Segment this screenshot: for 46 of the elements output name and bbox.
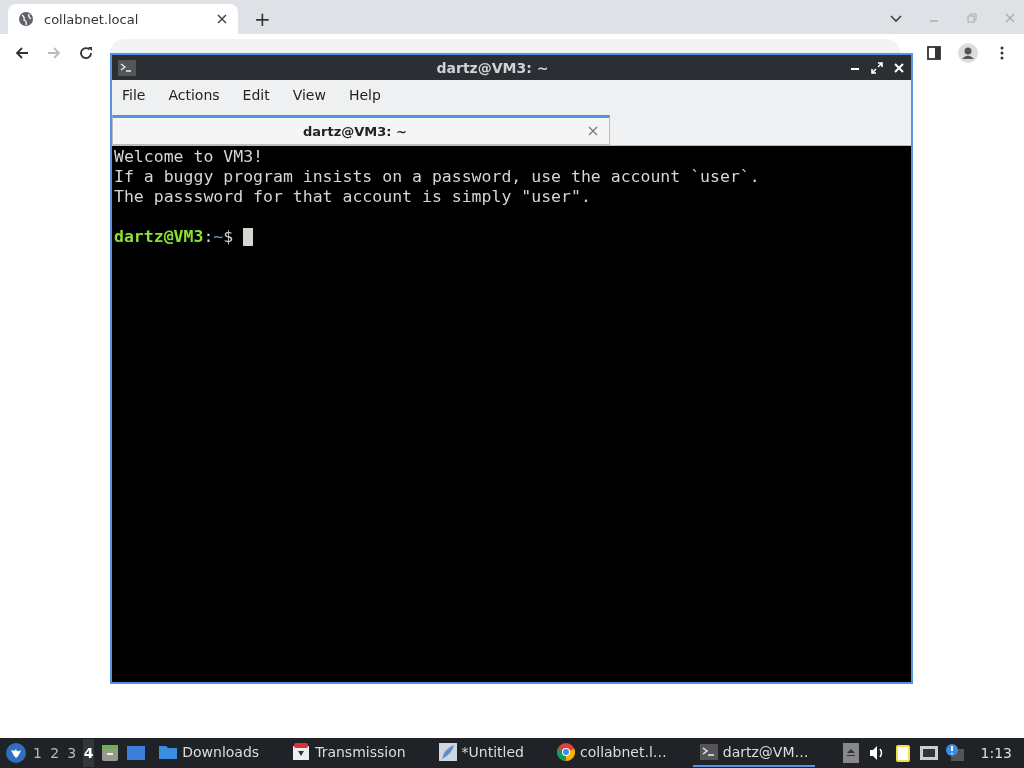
prompt-symbol: $	[223, 227, 234, 247]
profile-icon[interactable]	[958, 43, 978, 63]
text-cursor	[243, 228, 254, 246]
taskbar-task[interactable]: *Untitled	[431, 739, 530, 767]
eject-icon[interactable]	[840, 743, 861, 763]
reload-icon[interactable]	[78, 45, 94, 61]
output-line: If a buggy program insists on a password, use the account `user`.	[114, 167, 761, 187]
menu-item[interactable]: Edit	[242, 87, 270, 103]
taskbar-task[interactable]: Transmission	[285, 739, 412, 767]
prompt-path: ~	[213, 227, 224, 247]
prompt-user-host: dartz@VM3	[114, 227, 204, 247]
download-box-icon	[291, 742, 312, 762]
globe-icon	[18, 11, 34, 27]
browser-logo-icon	[556, 742, 576, 762]
browser-tab[interactable]: collabnet.local	[8, 4, 238, 34]
window-title: dartz@VM3: ~	[435, 59, 550, 76]
workspace-button[interactable]: 4	[83, 739, 95, 767]
workspace-button[interactable]: 1	[32, 739, 44, 767]
terminal-icon	[698, 742, 719, 762]
workspace-button[interactable]: 2	[49, 739, 61, 767]
taskbar-task[interactable]: Downloads	[152, 739, 266, 767]
taskbar-task[interactable]: collabnet.l…	[550, 739, 673, 767]
bird-logo-icon[interactable]	[6, 743, 26, 763]
window-icon[interactable]	[126, 743, 147, 763]
feather-icon	[437, 742, 458, 762]
output-line: Welcome to VM3!	[114, 147, 264, 167]
terminal-tab[interactable]: dartz@VM3: ~	[112, 115, 610, 145]
clock[interactable]: 1:13	[980, 745, 1012, 761]
back-arrow-icon[interactable]	[14, 45, 30, 61]
notification-icon[interactable]	[944, 743, 965, 763]
prompt-separator: :	[203, 227, 214, 247]
side-panel-icon[interactable]	[926, 45, 942, 61]
workspace-button[interactable]: 3	[66, 739, 78, 767]
maximize-icon[interactable]	[871, 61, 883, 74]
menu-item[interactable]: Actions	[168, 87, 220, 103]
menu-item[interactable]: Help	[348, 87, 381, 103]
new-tab-button[interactable]: +	[250, 4, 275, 34]
menu-item[interactable]: View	[292, 87, 326, 103]
menu-item[interactable]: File	[122, 87, 146, 103]
chevron-down-icon[interactable]	[890, 12, 902, 24]
close-icon[interactable]	[216, 13, 228, 25]
terminal-icon	[118, 59, 136, 76]
file-cabinet-icon[interactable]	[100, 743, 121, 763]
taskbar-task[interactable]: dartz@VM…	[692, 739, 815, 767]
output-line: The passsword for that account is simply "user".	[114, 187, 592, 207]
network-port-icon[interactable]	[918, 743, 939, 763]
